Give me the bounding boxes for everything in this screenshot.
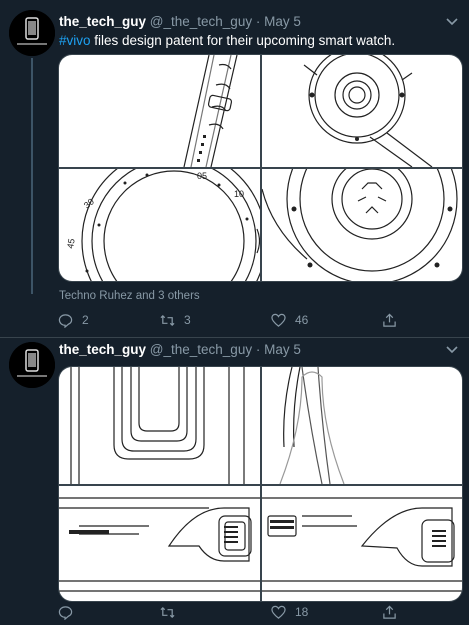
hashtag-link[interactable]: #vivo bbox=[59, 33, 91, 48]
reply-button[interactable] bbox=[58, 602, 82, 622]
handle[interactable]: @_the_tech_guy bbox=[150, 342, 252, 357]
media-grid: 30 45 05 10 bbox=[58, 54, 463, 282]
tweet-header: the_tech_guy @_the_tech_guy · May 5 bbox=[59, 14, 439, 29]
reply-count: 2 bbox=[82, 313, 89, 327]
chevron-down-icon[interactable] bbox=[444, 341, 460, 357]
svg-text:10: 10 bbox=[234, 189, 244, 199]
tweet-date[interactable]: May 5 bbox=[264, 342, 301, 357]
tweet-body: files design patent for their upcoming s… bbox=[90, 33, 396, 48]
tweet-header: the_tech_guy @_the_tech_guy · May 5 bbox=[59, 342, 439, 357]
svg-text:45: 45 bbox=[65, 238, 77, 250]
watch-back-drawing[interactable] bbox=[262, 55, 462, 167]
heart-icon bbox=[271, 313, 286, 327]
tweet-actions: 2 3 46 bbox=[58, 310, 398, 330]
avatar[interactable] bbox=[9, 342, 55, 388]
retweet-button[interactable] bbox=[160, 602, 184, 622]
svg-text:30: 30 bbox=[82, 196, 96, 210]
watch-side-drawing[interactable] bbox=[59, 367, 260, 484]
retweet-icon bbox=[160, 606, 175, 618]
retweet-count: 3 bbox=[184, 313, 191, 327]
reply-icon bbox=[58, 313, 73, 328]
handle[interactable]: @_the_tech_guy bbox=[150, 14, 252, 29]
separator: · bbox=[255, 14, 261, 29]
separator: · bbox=[255, 342, 261, 357]
share-button[interactable] bbox=[382, 602, 406, 622]
retweet-button[interactable]: 3 bbox=[160, 310, 191, 330]
crown-drawing-right[interactable] bbox=[262, 486, 462, 601]
tweet-text: #vivo files design patent for their upco… bbox=[59, 33, 461, 48]
like-button[interactable]: 18 bbox=[271, 602, 308, 622]
watch-sensor-drawing[interactable] bbox=[262, 169, 462, 281]
watch-strap-drawing[interactable] bbox=[59, 55, 260, 167]
like-count: 18 bbox=[295, 605, 309, 619]
heart-icon bbox=[271, 605, 286, 619]
watch-bezel-drawing[interactable]: 30 45 05 10 bbox=[59, 169, 260, 281]
tweet-actions: 18 bbox=[58, 602, 398, 622]
svg-text:05: 05 bbox=[197, 171, 207, 181]
display-name[interactable]: the_tech_guy bbox=[59, 14, 146, 29]
reply-button[interactable]: 2 bbox=[58, 310, 89, 330]
share-icon bbox=[383, 313, 396, 327]
display-name[interactable]: the_tech_guy bbox=[59, 342, 146, 357]
phone-avatar-icon bbox=[9, 342, 55, 388]
phone-avatar-icon bbox=[9, 10, 55, 56]
like-count: 46 bbox=[295, 313, 309, 327]
social-context[interactable]: Techno Ruhez and 3 others bbox=[59, 290, 200, 302]
share-icon bbox=[383, 605, 396, 619]
thread-line bbox=[31, 58, 33, 294]
tweet[interactable]: the_tech_guy @_the_tech_guy · May 5 #viv… bbox=[0, 0, 469, 338]
media-grid bbox=[58, 366, 463, 602]
avatar[interactable] bbox=[9, 10, 55, 56]
tweet[interactable]: the_tech_guy @_the_tech_guy · May 5 18 bbox=[0, 338, 469, 625]
crown-drawing-left[interactable] bbox=[59, 486, 260, 601]
share-button[interactable] bbox=[382, 310, 406, 330]
strap-lug-drawing[interactable] bbox=[262, 367, 462, 484]
like-button[interactable]: 46 bbox=[271, 310, 308, 330]
tweet-date[interactable]: May 5 bbox=[264, 14, 301, 29]
chevron-down-icon[interactable] bbox=[444, 13, 460, 29]
retweet-icon bbox=[160, 314, 175, 326]
reply-icon bbox=[58, 605, 73, 620]
